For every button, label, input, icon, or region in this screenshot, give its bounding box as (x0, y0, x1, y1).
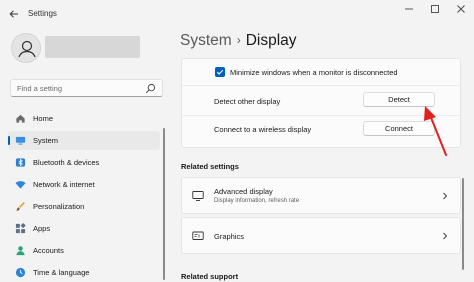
sidebar-item-accounts[interactable]: Accounts (8, 241, 160, 260)
connect-button[interactable]: Connect (363, 121, 435, 136)
checkmark-icon (216, 69, 224, 75)
detect-display-label: Detect other display (214, 97, 281, 106)
graphics-icon (192, 231, 204, 240)
sidebar-item-personalization[interactable]: Personalization (8, 197, 160, 216)
chevron-right-icon (443, 192, 448, 200)
search-box[interactable] (10, 79, 163, 97)
title-bar: Settings (0, 0, 474, 28)
person-icon (16, 246, 25, 256)
avatar[interactable] (11, 33, 41, 63)
maximize-icon (431, 5, 439, 13)
page-title: Display (245, 32, 297, 49)
bluetooth-icon (15, 158, 26, 167)
sidebar-item-apps[interactable]: Apps (8, 219, 160, 238)
selection-indicator (8, 136, 10, 145)
brush-icon (16, 202, 25, 211)
user-name-redacted (45, 36, 140, 58)
user-icon (18, 40, 36, 58)
sidebar-item-bluetooth[interactable]: Bluetooth & devices (8, 153, 160, 172)
monitor-icon (192, 191, 204, 201)
related-settings-heading: Related settings (181, 162, 239, 171)
sidebar-item-time-language[interactable]: Time & language (8, 263, 160, 282)
monitor-icon (15, 136, 26, 145)
sidebar-item-label: Personalization (33, 202, 85, 211)
detect-button[interactable]: Detect (363, 92, 435, 107)
graphics-card[interactable]: Graphics (181, 217, 461, 254)
sidebar-item-label: Home (33, 114, 54, 123)
breadcrumb-parent[interactable]: System (180, 32, 232, 49)
wireless-display-label: Connect to a wireless display (214, 125, 312, 134)
minimize-icon (405, 8, 413, 10)
app-title: Settings (28, 9, 57, 18)
advanced-display-title: Advanced display (214, 187, 273, 196)
sidebar-item-label: Network & internet (33, 180, 95, 189)
minimize-button[interactable] (402, 4, 416, 18)
chevron-right-icon (443, 232, 448, 240)
apps-icon (15, 223, 26, 234)
back-arrow-icon (9, 10, 18, 18)
main-scrollbar[interactable] (462, 178, 464, 270)
maximize-button[interactable] (428, 4, 442, 18)
sidebar-scrollbar[interactable] (163, 128, 165, 280)
globe-clock-icon (15, 267, 26, 278)
sidebar-item-system[interactable]: System (8, 131, 160, 150)
advanced-display-subtitle: Display information, refresh rate (214, 198, 300, 204)
breadcrumb: System › Display (180, 32, 297, 50)
search-input[interactable] (17, 82, 137, 95)
home-icon (16, 114, 25, 123)
back-button[interactable] (6, 6, 22, 22)
sidebar-item-label: Apps (33, 224, 51, 233)
divider (182, 115, 460, 116)
sidebar-item-label: Time & language (33, 268, 90, 277)
sidebar-item-network[interactable]: Network & internet (8, 175, 160, 194)
sidebar-item-home[interactable]: Home (8, 109, 160, 128)
breadcrumb-separator: › (236, 33, 241, 47)
search-icon[interactable] (145, 83, 156, 94)
related-support-heading: Related support (181, 272, 239, 281)
sidebar-item-label: System (33, 136, 59, 145)
wifi-icon (15, 181, 26, 189)
graphics-title: Graphics (214, 232, 245, 241)
sidebar-item-label: Accounts (33, 246, 64, 255)
divider (182, 85, 460, 86)
close-icon (457, 5, 465, 13)
close-button[interactable] (454, 4, 468, 18)
minimize-windows-label: Minimize windows when a monitor is disco… (230, 68, 398, 77)
advanced-display-card[interactable]: Advanced display Display information, re… (181, 177, 461, 214)
minimize-windows-checkbox[interactable] (215, 67, 225, 77)
sidebar-item-label: Bluetooth & devices (33, 158, 100, 167)
